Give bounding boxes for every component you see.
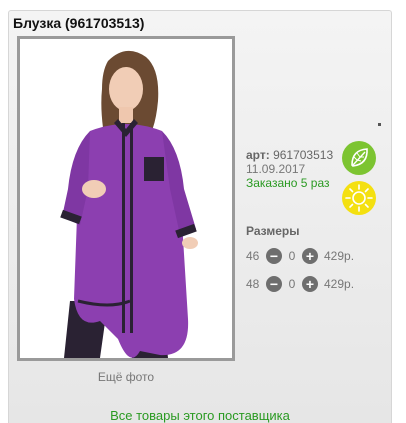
product-photo-image (20, 39, 232, 358)
increase-button[interactable]: + (302, 248, 318, 264)
size-value: 48 (246, 277, 260, 291)
decrease-button[interactable]: − (266, 248, 282, 264)
article-value: 961703513 (273, 148, 334, 162)
product-info: арт: 961703513 11.09.2017 Заказано 5 раз (246, 148, 333, 190)
quantity-value: 0 (288, 249, 296, 263)
article-label: арт: (246, 148, 270, 162)
size-value: 46 (246, 249, 260, 263)
size-row: 48 − 0 + 429р. (246, 275, 354, 293)
size-row: 46 − 0 + 429р. (246, 247, 354, 265)
sun-icon (341, 180, 377, 221)
ordered-count: Заказано 5 раз (246, 176, 330, 190)
product-photo[interactable] (17, 36, 235, 361)
divider-dot (378, 123, 381, 126)
price-value: 429р. (324, 277, 355, 291)
product-title: Блузка (961703513) (13, 15, 145, 31)
all-supplier-goods-link[interactable]: Все товары этого поставщика (9, 408, 391, 423)
more-photo-link[interactable]: Ещё фото (17, 370, 235, 384)
product-card: Блузка (961703513) Ещё фото арт: 9617035… (8, 10, 392, 423)
quantity-value: 0 (288, 277, 296, 291)
leaf-icon (341, 140, 377, 181)
increase-button[interactable]: + (302, 276, 318, 292)
product-date: 11.09.2017 (246, 162, 306, 176)
sizes-title: Размеры (246, 224, 300, 238)
decrease-button[interactable]: − (266, 276, 282, 292)
price-value: 429р. (324, 249, 355, 263)
